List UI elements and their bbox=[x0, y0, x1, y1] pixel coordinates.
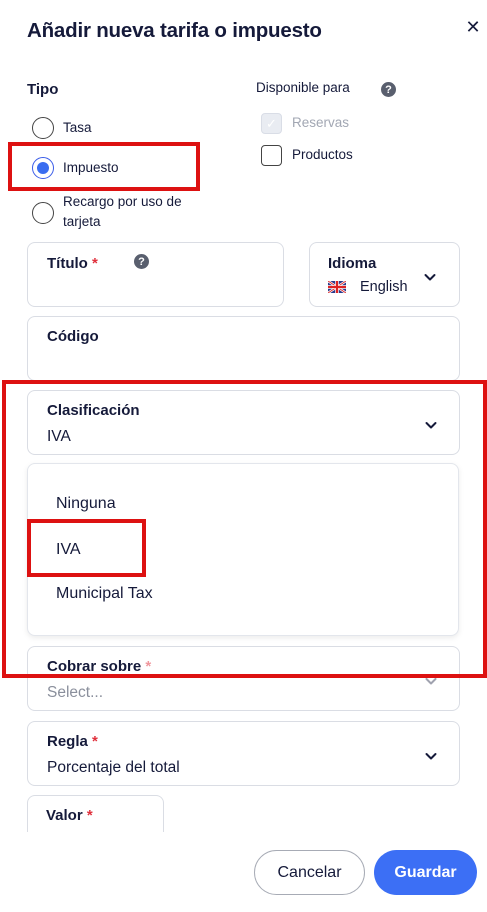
idioma-label: Idioma bbox=[328, 255, 377, 272]
dropdown-option-municipal-tax[interactable]: Municipal Tax bbox=[56, 585, 153, 603]
regla-label: Regla * bbox=[47, 733, 98, 750]
titulo-label: Título * bbox=[47, 255, 98, 272]
idioma-value: English bbox=[360, 279, 408, 295]
radio-tasa-label: Tasa bbox=[63, 120, 92, 135]
tipo-label: Tipo bbox=[27, 81, 59, 98]
help-icon[interactable]: ? bbox=[381, 82, 396, 97]
dialog-title: Añadir nueva tarifa o impuesto bbox=[27, 19, 322, 42]
uk-flag-icon bbox=[328, 281, 346, 293]
radio-tasa[interactable]: Tasa bbox=[32, 117, 192, 141]
checkbox-productos[interactable]: Productos bbox=[261, 145, 381, 167]
radio-recargo-label: Recargo por uso de tarjeta bbox=[63, 194, 182, 229]
checkbox-productos-control[interactable] bbox=[261, 145, 282, 166]
chevron-down-icon bbox=[425, 422, 437, 429]
cancel-button[interactable]: Cancelar bbox=[254, 850, 365, 895]
radio-tasa-control[interactable] bbox=[32, 117, 54, 139]
chevron-down-icon bbox=[425, 753, 437, 760]
chevron-down-icon bbox=[425, 678, 437, 685]
regla-value: Porcentaje del total bbox=[47, 759, 180, 776]
clasificacion-value: IVA bbox=[47, 428, 71, 445]
radio-impuesto-label: Impuesto bbox=[63, 160, 119, 175]
checkbox-reservas: ✓ Reservas bbox=[261, 113, 381, 135]
clasificacion-label: Clasificación bbox=[47, 402, 140, 419]
codigo-label: Código bbox=[47, 328, 99, 345]
disponible-label: Disponible para bbox=[256, 80, 350, 95]
titulo-field[interactable]: Título * ? bbox=[27, 242, 284, 307]
cobrar-sobre-placeholder: Select... bbox=[47, 684, 103, 701]
clasificacion-select[interactable]: Clasificación IVA bbox=[27, 390, 460, 455]
codigo-field[interactable]: Código bbox=[27, 316, 460, 381]
radio-impuesto-control[interactable] bbox=[32, 157, 54, 179]
save-button[interactable]: Guardar bbox=[374, 850, 477, 895]
radio-recargo-control[interactable] bbox=[32, 202, 54, 224]
radio-impuesto[interactable]: Impuesto bbox=[32, 157, 192, 181]
dropdown-option-ninguna[interactable]: Ninguna bbox=[56, 495, 116, 513]
chevron-down-icon bbox=[424, 274, 436, 281]
checkmark-icon: ✓ bbox=[261, 113, 282, 134]
clasificacion-dropdown: Ninguna IVA Municipal Tax bbox=[27, 463, 459, 636]
checkbox-reservas-label: Reservas bbox=[292, 115, 350, 130]
titulo-help-icon[interactable]: ? bbox=[134, 254, 149, 269]
valor-label: Valor * bbox=[46, 807, 93, 824]
dropdown-option-iva[interactable]: IVA bbox=[56, 541, 81, 559]
close-icon[interactable]: ✕ bbox=[462, 16, 484, 38]
valor-field[interactable]: Valor * bbox=[27, 795, 164, 832]
cobrar-sobre-label: Cobrar sobre * bbox=[47, 658, 152, 675]
regla-select[interactable]: Regla * Porcentaje del total bbox=[27, 721, 460, 786]
checkbox-productos-label: Productos bbox=[292, 147, 353, 162]
radio-recargo[interactable]: Recargo por uso de tarjeta bbox=[32, 192, 222, 236]
cobrar-sobre-select[interactable]: Cobrar sobre * Select... bbox=[27, 646, 460, 711]
idioma-select[interactable]: Idioma English bbox=[309, 242, 460, 307]
